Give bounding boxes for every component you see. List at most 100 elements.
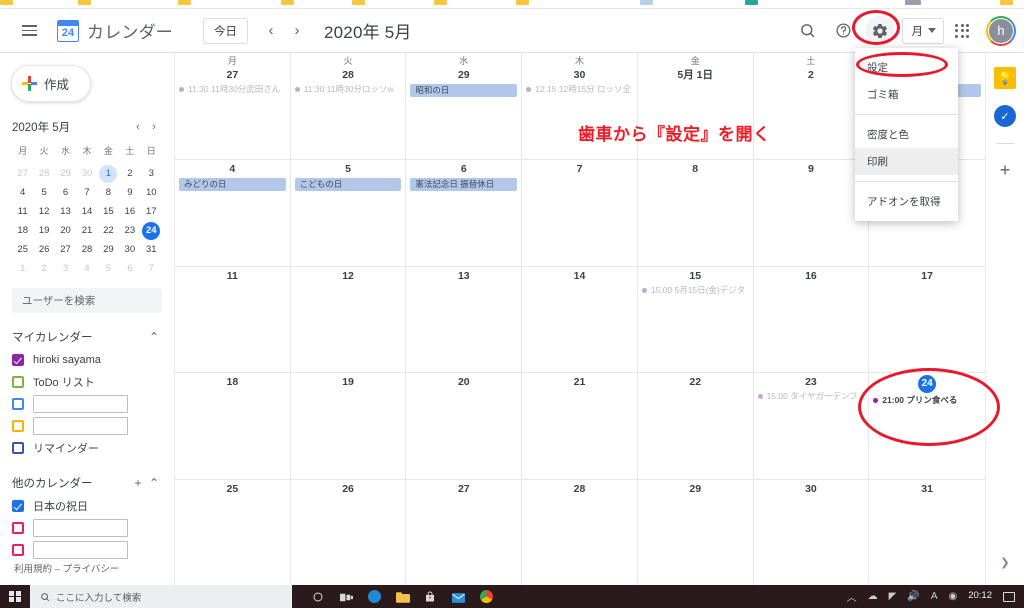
calendar-day-cell[interactable]: 20 xyxy=(406,373,523,481)
mini-calendar-day[interactable]: 28 xyxy=(78,241,96,259)
edge-icon[interactable] xyxy=(368,589,382,604)
cortana-icon[interactable] xyxy=(312,590,326,604)
tray-onedrive-icon[interactable]: ☁ xyxy=(868,591,878,602)
bookmark-item[interactable] xyxy=(281,0,294,5)
calendar-day-cell[interactable]: 7 xyxy=(522,159,638,267)
bookmark-item[interactable] xyxy=(178,0,191,5)
mini-calendar-day[interactable]: 30 xyxy=(121,241,139,259)
calendar-day-cell[interactable]: 9 xyxy=(753,159,870,267)
calendar-holiday-chip[interactable]: 憲法記念日 振替休日 xyxy=(410,177,518,191)
create-button[interactable]: 作成 xyxy=(11,65,91,102)
calendar-day-number[interactable]: 2 xyxy=(754,68,869,82)
task-view-icon[interactable] xyxy=(340,590,354,604)
calendar-list-item[interactable] xyxy=(12,415,162,437)
mini-calendar-day[interactable]: 7 xyxy=(142,260,160,278)
my-calendars-header[interactable]: マイカレンダー ⌃ xyxy=(12,325,162,349)
chevron-right-icon[interactable]: ❯ xyxy=(1000,556,1009,569)
apps-grid-icon[interactable] xyxy=(947,16,977,46)
calendar-list-item[interactable] xyxy=(12,517,162,539)
calendar-day-number[interactable]: 30 xyxy=(522,68,637,82)
calendar-day-cell[interactable]: 15 15:00 5月15日(金)デジタ xyxy=(637,266,754,374)
chevron-up-icon[interactable]: ⌃ xyxy=(146,329,162,345)
calendar-day-number[interactable]: 15 xyxy=(638,269,753,283)
plus-icon[interactable]: + xyxy=(994,159,1016,181)
calendar-list-item[interactable]: ToDo リスト xyxy=(12,371,162,393)
calendar-list-item[interactable]: hiroki sayama xyxy=(12,349,162,371)
calendar-day-number[interactable]: 5 xyxy=(291,162,406,176)
tray-battery-icon[interactable]: ◉ xyxy=(948,591,957,602)
mail-icon[interactable] xyxy=(452,590,466,604)
mini-calendar-day[interactable]: 6 xyxy=(121,260,139,278)
other-calendars-header[interactable]: 他のカレンダー + ⌃ xyxy=(12,471,162,495)
gear-menu-item[interactable]: アドオンを取得 xyxy=(855,188,958,215)
calendar-day-number[interactable]: 22 xyxy=(638,375,753,389)
calendar-day-cell[interactable]: 17 xyxy=(869,267,985,374)
mini-calendar-day[interactable]: 2 xyxy=(121,165,139,183)
calendar-day-cell[interactable]: 16 xyxy=(753,266,870,374)
mini-calendar-day[interactable]: 15 xyxy=(99,203,117,221)
calendar-list-item[interactable]: 日本の祝日 xyxy=(12,495,162,517)
calendar-holiday-chip[interactable]: こどもの日 xyxy=(294,177,402,191)
mini-calendar-day[interactable]: 5 xyxy=(99,260,117,278)
chevron-up-icon[interactable]: ⌃ xyxy=(146,475,162,491)
calendar-day-number[interactable]: 17 xyxy=(869,269,985,283)
store-icon[interactable] xyxy=(424,590,438,604)
mini-calendar-prev-icon[interactable]: ‹ xyxy=(130,119,146,135)
mini-calendar-day[interactable]: 5 xyxy=(35,184,53,202)
calendar-day-cell[interactable]: 8 xyxy=(637,159,754,267)
calendar-day-number[interactable]: 11 xyxy=(175,269,290,283)
calendar-day-number[interactable]: 26 xyxy=(291,482,406,496)
bookmark-item[interactable] xyxy=(0,0,13,5)
bookmark-item[interactable] xyxy=(745,0,758,5)
taskbar-search-input[interactable]: ここに入力して検索 xyxy=(30,585,292,608)
legal-links[interactable]: 利用規約 – プライバシー xyxy=(14,561,119,575)
mini-calendar-day[interactable]: 24 xyxy=(142,222,161,240)
calendar-day-number[interactable]: 29 xyxy=(406,68,521,82)
calendar-checkbox[interactable] xyxy=(12,376,24,388)
calendar-day-cell[interactable]: 27 xyxy=(406,480,523,587)
calendar-day-number-today[interactable]: 24 xyxy=(918,375,937,394)
mini-calendar-day[interactable]: 1 xyxy=(99,165,118,183)
mini-calendar-day[interactable]: 6 xyxy=(57,184,75,202)
next-period-icon[interactable]: › xyxy=(284,18,310,44)
mini-calendar-day[interactable]: 22 xyxy=(99,222,117,240)
calendar-checkbox[interactable] xyxy=(12,522,24,534)
mini-calendar-day[interactable]: 1 xyxy=(14,260,32,278)
calendar-day-number[interactable]: 29 xyxy=(638,482,753,496)
calendar-day-cell[interactable]: 11 xyxy=(175,266,291,374)
calendar-day-cell[interactable]: 13 xyxy=(406,266,523,374)
avatar[interactable]: h xyxy=(986,15,1016,46)
mini-calendar-day[interactable]: 19 xyxy=(35,222,53,240)
calendar-day-cell[interactable]: 29 xyxy=(637,480,754,587)
notification-icon[interactable] xyxy=(1003,591,1015,602)
bookmark-item[interactable] xyxy=(905,0,921,5)
calendar-day-number[interactable]: 18 xyxy=(175,375,290,389)
calendar-day-cell[interactable]: 24 21:00 プリン食べる xyxy=(869,373,985,481)
mini-calendar-day[interactable]: 18 xyxy=(14,222,32,240)
calendar-checkbox[interactable] xyxy=(12,500,24,512)
calendar-day-number[interactable]: 23 xyxy=(754,375,869,389)
bookmark-item[interactable] xyxy=(640,0,653,5)
mini-calendar-day[interactable]: 2 xyxy=(35,260,53,278)
mini-calendar-day[interactable]: 28 xyxy=(35,165,53,183)
calendar-checkbox[interactable] xyxy=(12,398,24,410)
mini-calendar-day[interactable]: 3 xyxy=(142,165,160,183)
mini-calendar-day[interactable]: 9 xyxy=(121,184,139,202)
calendar-day-number[interactable]: 27 xyxy=(175,68,290,82)
mini-calendar-day[interactable]: 4 xyxy=(78,260,96,278)
browser-bookmark-bar[interactable] xyxy=(0,0,1024,9)
taskbar-clock[interactable]: 20:12 xyxy=(968,590,992,601)
calendar-day-cell[interactable]: 月 27 11:30 11時30分武田さん xyxy=(175,53,291,160)
prev-period-icon[interactable]: ‹ xyxy=(258,18,284,44)
calendar-day-cell[interactable]: 25 xyxy=(175,480,291,587)
calendar-day-cell[interactable]: 12 xyxy=(290,266,407,374)
tray-chevron-up-icon[interactable]: ︿ xyxy=(847,589,857,604)
mini-calendar-day[interactable]: 23 xyxy=(121,222,139,240)
calendar-day-number[interactable]: 6 xyxy=(406,162,521,176)
user-search-input[interactable]: ユーザーを検索 xyxy=(12,288,162,313)
add-calendar-plus-icon[interactable]: + xyxy=(130,475,146,491)
calendar-day-cell[interactable]: 水 29 昭和の日 xyxy=(406,53,523,160)
bookmark-item[interactable] xyxy=(352,0,365,5)
bookmark-item[interactable] xyxy=(1000,0,1013,5)
calendar-day-number[interactable]: 14 xyxy=(522,269,637,283)
